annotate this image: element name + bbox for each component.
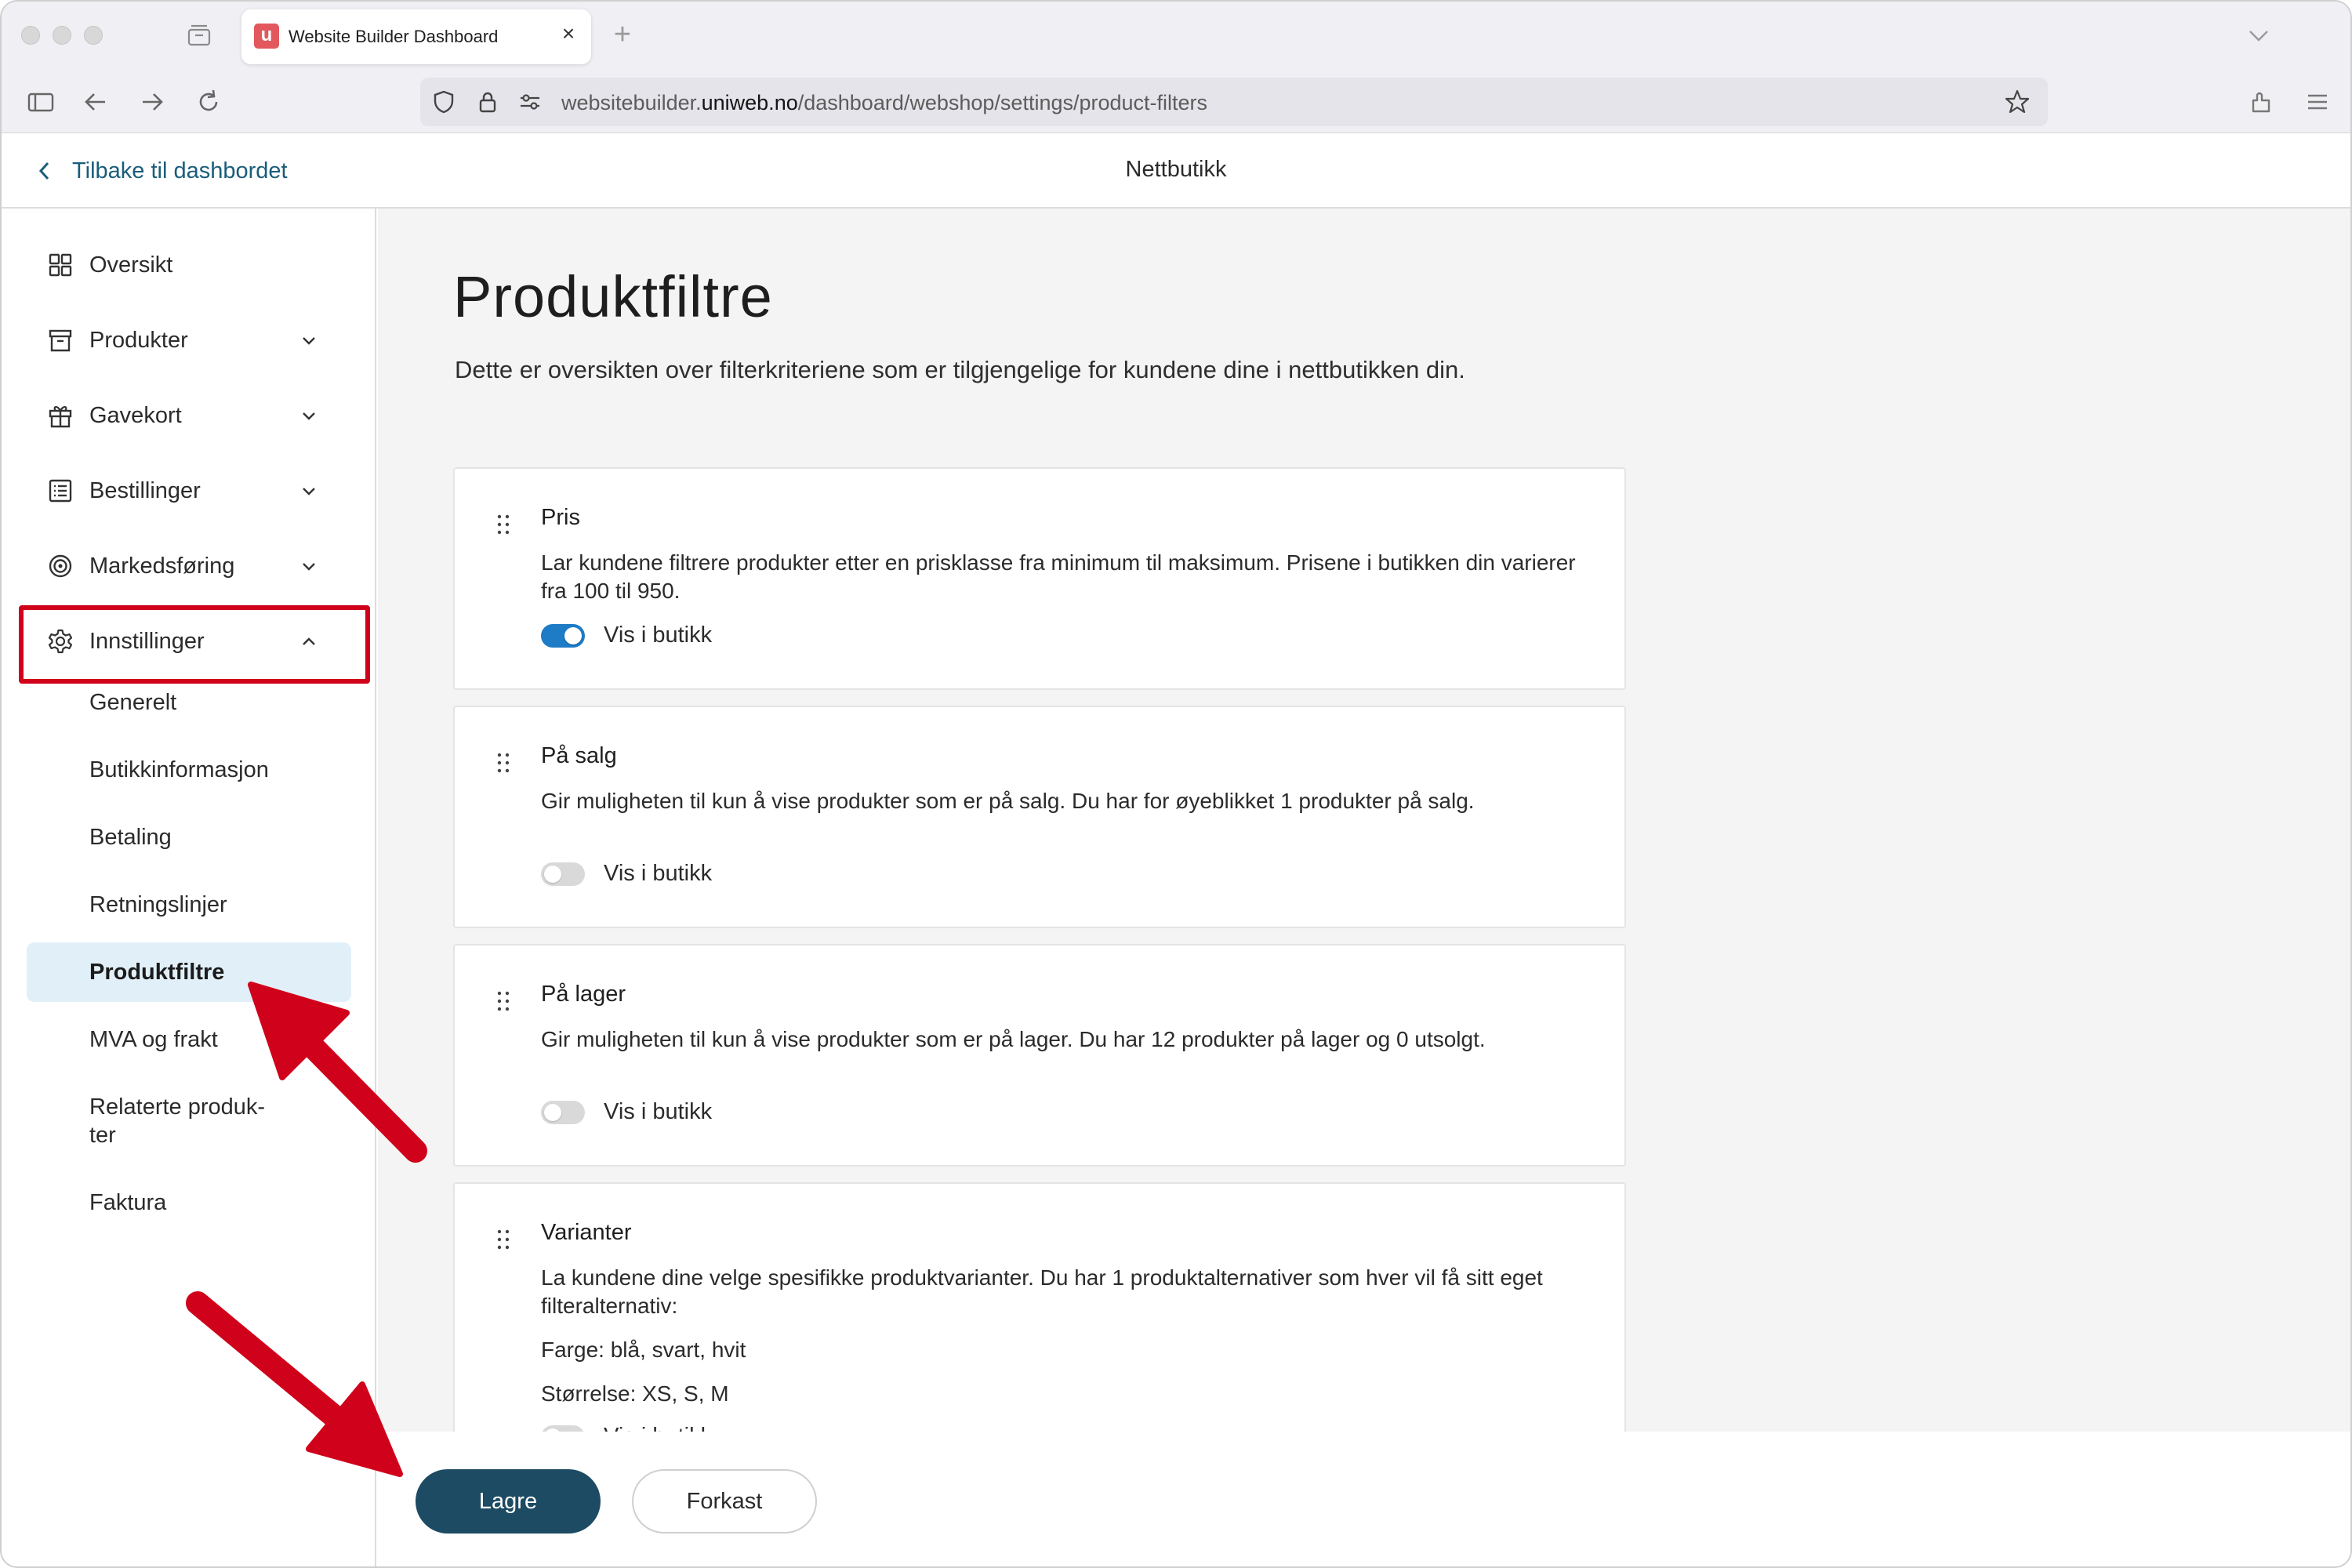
filter-card: På lager Gir muligheten til kun å vise p… [453,944,1626,1167]
sidebar-subitem-mva-og-frakt[interactable]: MVA og frakt [89,1025,218,1054]
filter-description: La kundene dine velge spesifikke produkt… [541,1265,1543,1318]
show-in-shop-toggle[interactable] [541,624,585,648]
minimize-window-button[interactable] [53,26,71,45]
save-button[interactable]: Lagre [416,1469,601,1534]
url-path: /dashboard/webshop/settings/product-filt… [797,91,1208,114]
chevron-down-icon [303,337,315,345]
sidebar-item-markedsforing[interactable]: Markedsføring [25,542,339,590]
drag-handle-icon[interactable] [495,1228,511,1251]
close-window-button[interactable] [21,26,40,45]
toggle-label: Vis i butikk [604,622,713,648]
sidebar-subitem-betaling[interactable]: Betaling [89,823,172,851]
sidebar-item-label: Bestillinger [89,477,201,503]
browser-window: u Website Builder Dashboard × + websiteb… [0,0,2352,1568]
gift-icon [49,406,72,428]
sidebar-subitem-faktura[interactable]: Faktura [89,1189,166,1217]
variant-option-color: Farge: blå, svart, hvit [541,1338,746,1362]
annotation-highlight-box [19,605,370,684]
drag-handle-icon[interactable] [495,513,511,536]
list-icon [49,479,72,503]
lock-icon[interactable] [475,89,500,114]
bookmark-star-icon[interactable] [2004,89,2031,115]
sidebar-item-label: Gavekort [89,402,182,428]
variant-option-size: Størrelse: XS, S, M [541,1381,729,1406]
target-icon [49,554,72,578]
filter-title: På salg [541,743,617,768]
reload-icon[interactable] [193,86,224,118]
url-prefix: websitebuilder. [561,91,702,114]
chevron-down-icon[interactable] [2245,24,2272,47]
filter-description: Gir muligheten til kun å vise produkter … [541,789,1475,813]
back-arrow-icon[interactable] [80,86,111,118]
filter-title: Pris [541,505,580,530]
menu-icon[interactable] [2302,86,2333,118]
maximize-window-button[interactable] [84,26,103,45]
chevron-down-icon [303,412,315,420]
filter-description: Lar kundene filtrere produkter etter en … [541,550,1576,603]
toggle-label: Vis i butikk [604,1099,713,1124]
new-tab-button[interactable]: + [607,19,638,50]
sidebar-item-label: Produkter [89,327,188,353]
extensions-icon[interactable] [2245,86,2277,118]
drag-handle-icon[interactable] [495,751,511,775]
browser-tab-bar: u Website Builder Dashboard × + [2,2,2350,71]
forward-arrow-icon[interactable] [136,86,168,118]
site-settings-icon[interactable] [517,89,543,114]
sidebar-item-produkter[interactable]: Produkter [25,316,339,365]
filter-card: På salg Gir muligheten til kun å vise pr… [453,706,1626,928]
sidebar-subitem-relaterte-produkter-cont[interactable]: ter [89,1121,116,1149]
shield-icon[interactable] [431,89,456,114]
filter-title: Varianter [541,1220,632,1245]
toggle-label: Vis i butikk [604,861,713,886]
filter-title: På lager [541,982,626,1007]
toggle-knob [544,1104,561,1121]
sidebar-subitem-butikkinformasjon[interactable]: Butikkinformasjon [89,756,269,784]
main-content: Produktfiltre Dette er oversikten over f… [378,209,2350,1432]
chevron-down-icon [303,563,315,571]
page-description: Dette er oversikten over filterkriterien… [455,356,1465,383]
sidebar-item-label: Oversikt [89,252,173,278]
browser-toolbar: websitebuilder.uniweb.no/dashboard/websh… [2,71,2350,133]
show-in-shop-toggle[interactable] [541,862,585,886]
archive-box-icon [49,329,72,352]
sidebar-subitem-retningslinjer[interactable]: Retningslinjer [89,891,227,919]
sidebar-toggle-icon[interactable] [25,86,56,118]
sidebar-item-oversikt[interactable]: Oversikt [25,241,339,289]
page-section-title: Nettbutikk [1125,157,1227,182]
tab-close-icon[interactable]: × [557,22,580,45]
app-header: Tilbake til dashbordet Nettbutikk [2,133,2350,209]
grid-icon [49,253,72,277]
filter-description: Gir muligheten til kun å vise produkter … [541,1027,1486,1051]
sidebar-subitem-generelt[interactable]: Generelt [89,688,176,717]
filter-card: Varianter La kundene dine velge spesifik… [453,1182,1626,1432]
tab-title: Website Builder Dashboard [289,27,499,46]
discard-button[interactable]: Forkast [632,1469,817,1534]
toggle-label: Vis i butikk [604,1424,712,1432]
show-in-shop-toggle[interactable] [541,1101,585,1124]
filter-card: Pris Lar kundene filtrere produkter ette… [453,467,1626,690]
toggle-knob [544,866,561,883]
url-domain: uniweb.no [701,91,798,114]
sidebar-item-label: Markedsføring [89,553,235,579]
uniweb-favicon-icon: u [254,24,279,49]
chevron-down-icon [303,488,315,495]
action-footer: Lagre Forkast [378,1432,2350,1566]
drag-handle-icon[interactable] [495,989,511,1013]
page-title: Produktfiltre [453,264,773,329]
sidebar-item-bestillinger[interactable]: Bestillinger [25,466,339,515]
toggle-knob [564,627,582,644]
browser-tab[interactable]: u Website Builder Dashboard × [241,9,591,64]
sidebar: Oversikt Produkter Gavekort Bestillinger… [2,209,376,1566]
url-text[interactable]: websitebuilder.uniweb.no/dashboard/websh… [561,91,1207,115]
sidebar-subitem-produktfiltre[interactable]: Produktfiltre [89,958,224,986]
sidebar-item-gavekort[interactable]: Gavekort [25,391,339,440]
address-bar[interactable]: websitebuilder.uniweb.no/dashboard/websh… [420,78,2048,126]
show-in-shop-toggle[interactable] [541,1425,585,1432]
sidebar-subitem-relaterte-produkter[interactable]: Relaterte produk- [89,1093,265,1121]
tab-list-icon[interactable] [187,24,212,47]
